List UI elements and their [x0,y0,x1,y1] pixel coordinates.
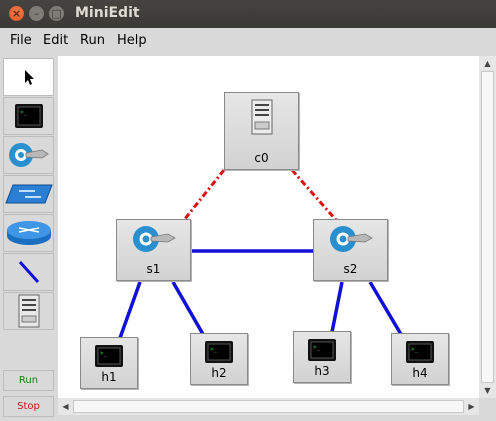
openflow-switch-icon [8,143,49,167]
menu-bar: File Edit Run Help [0,28,496,54]
scroll-down-arrow-icon[interactable]: ▼ [481,384,494,397]
menu-edit[interactable]: Edit [43,33,68,48]
node-label: h1 [101,370,117,384]
host-terminal-icon: >_ [205,341,233,363]
svg-text:>_: >_ [20,109,28,116]
link-s2-h4[interactable] [368,281,404,337]
node-h1[interactable]: >_ h1 [80,337,138,389]
minimize-window-button[interactable]: – [29,6,44,21]
tool-palette: >_ Run Stop [0,54,58,421]
openflow-switch-icon [329,226,373,252]
pointer-icon [24,70,34,85]
run-button[interactable]: Run [3,370,54,391]
node-label: h2 [211,366,227,380]
stop-button[interactable]: Stop [3,396,54,417]
node-label: h4 [412,366,428,380]
horizontal-scrollbar[interactable]: ◀ ▶ [58,398,479,415]
legacy-switch-icon [4,184,53,204]
controller-server-icon [251,99,272,135]
vertical-scroll-thumb[interactable] [481,71,494,383]
window-title: MiniEdit [75,5,140,21]
scroll-up-arrow-icon[interactable]: ▲ [481,57,494,70]
controller-link-c0-s2[interactable] [290,169,338,221]
legacy-router-tool-button[interactable] [3,214,54,252]
host-terminal-icon: >_ [308,339,336,361]
svg-text:>_: >_ [313,344,321,351]
node-label: c0 [254,151,269,165]
host-terminal-icon: >_ [406,341,434,363]
node-label: h3 [314,364,330,378]
topology-canvas[interactable]: c0 s1 s2 >_ h1 >_ h2 >_ h3 >_ h4 [58,56,479,398]
select-tool-button[interactable] [3,58,54,96]
svg-text:>_: >_ [210,346,218,353]
openflow-switch-icon [132,226,176,252]
node-label: s1 [146,262,161,276]
close-window-button[interactable]: × [9,6,24,21]
controller-tool-button[interactable] [3,292,54,330]
horizontal-scroll-thumb[interactable] [73,400,464,413]
link-s1-h2[interactable] [171,281,206,337]
host-terminal-icon: >_ [14,104,43,128]
svg-text:>_: >_ [100,350,108,357]
svg-text:>_: >_ [411,346,419,353]
vertical-scrollbar[interactable]: ▲ ▼ [479,56,496,398]
node-c0[interactable]: c0 [224,92,299,170]
router-icon [6,221,51,245]
link-s1-h1[interactable] [118,281,142,339]
menu-file[interactable]: File [10,33,32,48]
link-line-icon [18,260,39,284]
scroll-right-arrow-icon[interactable]: ▶ [465,400,478,413]
link-s2-h3[interactable] [330,281,344,333]
link-tool-button[interactable] [3,253,54,291]
controller-server-icon [18,294,39,328]
menu-help[interactable]: Help [117,33,147,48]
node-h2[interactable]: >_ h2 [190,333,248,385]
legacy-switch-tool-button[interactable] [3,175,54,213]
node-h4[interactable]: >_ h4 [391,333,449,385]
title-bar: × – □ MiniEdit [0,0,496,28]
node-label: s2 [343,262,358,276]
maximize-window-button[interactable]: □ [49,6,64,21]
switch-tool-button[interactable] [3,136,54,174]
controller-link-c0-s1[interactable] [182,169,226,221]
host-tool-button[interactable]: >_ [3,97,54,135]
menu-run[interactable]: Run [80,33,105,48]
node-h3[interactable]: >_ h3 [293,331,351,383]
node-s1[interactable]: s1 [116,219,191,281]
node-s2[interactable]: s2 [313,219,388,281]
scroll-left-arrow-icon[interactable]: ◀ [59,400,72,413]
host-terminal-icon: >_ [95,345,123,367]
